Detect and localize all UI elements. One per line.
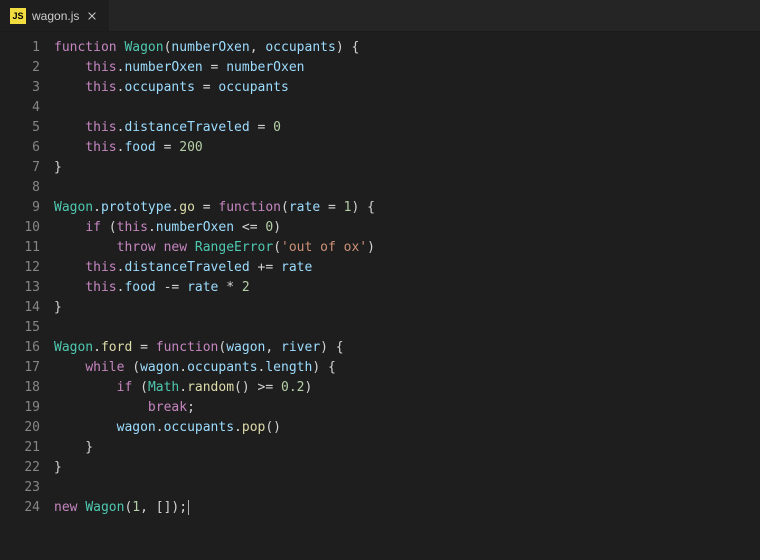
line-number: 11 <box>0 238 40 258</box>
line-number: 6 <box>0 138 40 158</box>
line-number: 5 <box>0 118 40 138</box>
code-line[interactable] <box>54 98 760 118</box>
code-line[interactable]: break; <box>54 398 760 418</box>
code-line[interactable]: wagon.occupants.pop() <box>54 418 760 438</box>
code-line[interactable] <box>54 478 760 498</box>
line-number: 16 <box>0 338 40 358</box>
line-number: 2 <box>0 58 40 78</box>
code-line[interactable]: this.food = 200 <box>54 138 760 158</box>
code-line[interactable]: this.food -= rate * 2 <box>54 278 760 298</box>
javascript-file-icon: JS <box>10 8 26 24</box>
code-line[interactable]: } <box>54 298 760 318</box>
line-number: 20 <box>0 418 40 438</box>
line-number: 21 <box>0 438 40 458</box>
code-line[interactable]: } <box>54 458 760 478</box>
code-line[interactable]: throw new RangeError('out of ox') <box>54 238 760 258</box>
code-line[interactable] <box>54 318 760 338</box>
code-line[interactable] <box>54 178 760 198</box>
line-number: 9 <box>0 198 40 218</box>
close-icon[interactable] <box>85 9 99 23</box>
line-number: 1 <box>0 38 40 58</box>
code-line[interactable]: this.distanceTraveled += rate <box>54 258 760 278</box>
line-number: 19 <box>0 398 40 418</box>
line-number: 4 <box>0 98 40 118</box>
line-number: 15 <box>0 318 40 338</box>
code-line[interactable]: this.distanceTraveled = 0 <box>54 118 760 138</box>
tab-bar: JS wagon.js <box>0 0 760 32</box>
line-number: 22 <box>0 458 40 478</box>
code-line[interactable]: this.occupants = occupants <box>54 78 760 98</box>
line-number: 18 <box>0 378 40 398</box>
code-editor[interactable]: 123456789101112131415161718192021222324 … <box>0 32 760 560</box>
line-number: 8 <box>0 178 40 198</box>
code-line[interactable]: if (Math.random() >= 0.2) <box>54 378 760 398</box>
line-number: 7 <box>0 158 40 178</box>
code-line[interactable]: } <box>54 158 760 178</box>
code-line[interactable]: function Wagon(numberOxen, occupants) { <box>54 38 760 58</box>
line-number: 10 <box>0 218 40 238</box>
code-line[interactable]: Wagon.prototype.go = function(rate = 1) … <box>54 198 760 218</box>
code-line[interactable]: while (wagon.occupants.length) { <box>54 358 760 378</box>
text-caret <box>188 500 189 515</box>
line-number: 13 <box>0 278 40 298</box>
line-number: 12 <box>0 258 40 278</box>
tab-wagon-js[interactable]: JS wagon.js <box>0 0 110 31</box>
code-line[interactable]: } <box>54 438 760 458</box>
line-number: 14 <box>0 298 40 318</box>
line-number: 3 <box>0 78 40 98</box>
line-number-gutter: 123456789101112131415161718192021222324 <box>0 32 54 560</box>
line-number: 24 <box>0 498 40 518</box>
code-line[interactable]: new Wagon(1, []); <box>54 498 760 518</box>
code-line[interactable]: this.numberOxen = numberOxen <box>54 58 760 78</box>
code-line[interactable]: if (this.numberOxen <= 0) <box>54 218 760 238</box>
line-number: 23 <box>0 478 40 498</box>
tab-filename: wagon.js <box>32 9 79 23</box>
code-area[interactable]: function Wagon(numberOxen, occupants) { … <box>54 32 760 560</box>
line-number: 17 <box>0 358 40 378</box>
code-line[interactable]: Wagon.ford = function(wagon, river) { <box>54 338 760 358</box>
